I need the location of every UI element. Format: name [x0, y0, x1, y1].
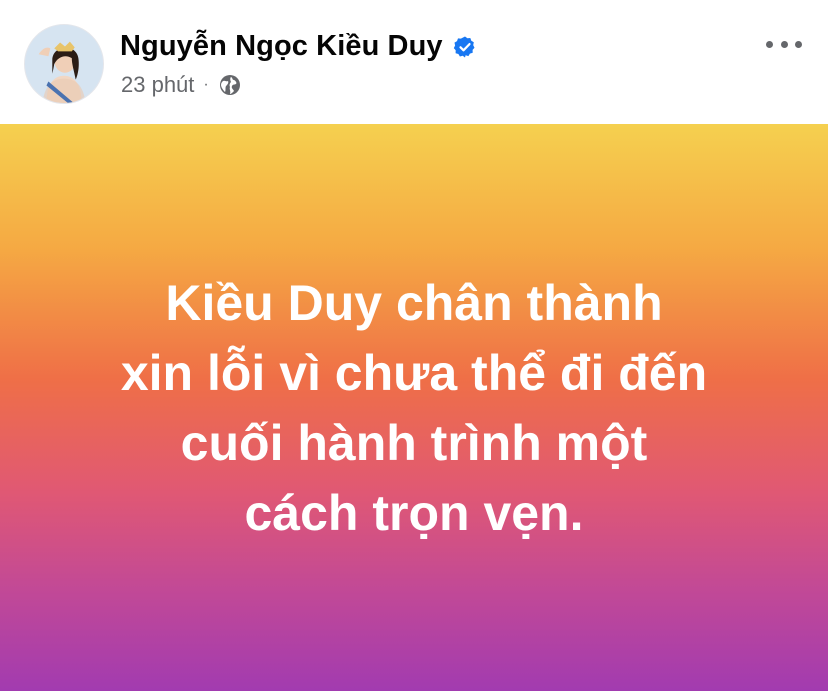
more-options-icon[interactable]: [766, 32, 802, 56]
status-line: cuối hành trình một: [180, 415, 648, 471]
status-line: Kiều Duy chân thành: [165, 275, 663, 331]
more-dot: [766, 40, 773, 48]
facebook-post: Nguyễn Ngọc Kiều Duy 23 phút · Kiều Duy …: [0, 0, 828, 691]
status-message: Kiều Duy chân thành xin lỗi vì chưa thể …: [0, 268, 828, 548]
status-line: cách trọn vẹn.: [244, 485, 584, 541]
author-name[interactable]: Nguyễn Ngọc Kiều Duy: [120, 30, 443, 63]
more-dot: [795, 40, 802, 48]
post-meta: 23 phút ·: [121, 72, 242, 98]
avatar-photo: [25, 25, 103, 103]
meta-separator: ·: [203, 76, 209, 93]
verified-badge-icon: [453, 35, 477, 59]
globe-icon[interactable]: [218, 73, 242, 97]
more-dot: [780, 40, 788, 48]
author-name-row: Nguyễn Ngọc Kiều Duy: [120, 30, 477, 63]
post-timestamp[interactable]: 23 phút: [121, 72, 194, 98]
status-line: xin lỗi vì chưa thể đi đến: [120, 345, 708, 401]
post-header: Nguyễn Ngọc Kiều Duy 23 phút ·: [0, 0, 828, 124]
author-avatar[interactable]: [24, 24, 104, 104]
